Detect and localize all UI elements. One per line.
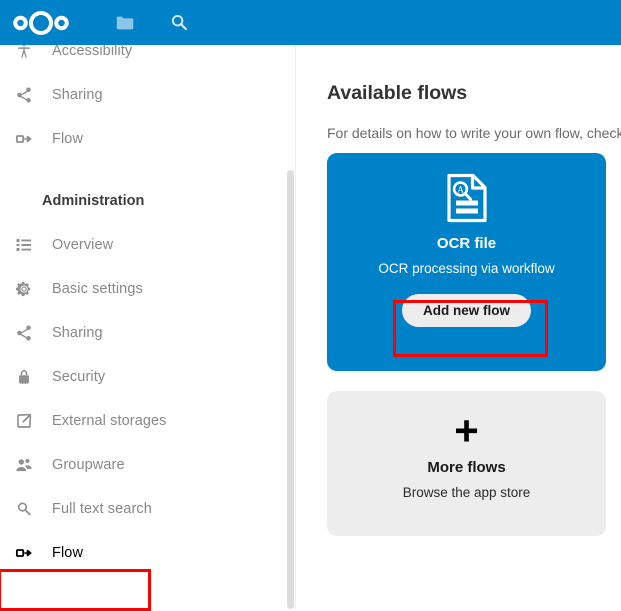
card-title: OCR file: [437, 235, 496, 252]
flow-card-ocr-file[interactable]: A OCR file OCR processing via workflow A…: [327, 153, 606, 371]
people-icon: [10, 451, 38, 479]
search-icon: [168, 12, 190, 34]
sidebar-item-basic-settings[interactable]: Basic settings: [0, 267, 296, 311]
magnifier-icon: [10, 495, 38, 523]
external-link-icon: [10, 407, 38, 435]
files-nav-button[interactable]: [100, 0, 150, 45]
sidebar-item-label: External storages: [52, 413, 167, 429]
page-subtitle: For details on how to write your own flo…: [327, 125, 621, 141]
sidebar-item-sharing-admin[interactable]: Sharing: [0, 311, 296, 355]
sidebar-item-label: Flow: [52, 545, 83, 561]
sidebar-item-accessibility[interactable]: Accessibility: [0, 45, 296, 73]
app-header: [0, 0, 621, 45]
card-description: Browse the app store: [403, 485, 531, 500]
sidebar-item-flow-personal[interactable]: Flow: [0, 117, 296, 161]
sidebar-section-administration: Administration: [0, 179, 296, 223]
accessibility-icon: [10, 45, 38, 65]
search-nav-button[interactable]: [154, 0, 204, 45]
sidebar-item-label: Security: [52, 369, 105, 385]
flow-icon: [10, 539, 38, 567]
sidebar-item-label: Full text search: [52, 501, 152, 517]
card-description: OCR processing via workflow: [378, 261, 554, 276]
flow-icon: [10, 125, 38, 153]
share-icon: [10, 319, 38, 347]
sidebar-item-groupware[interactable]: Groupware: [0, 443, 296, 487]
sidebar-item-full-text-search[interactable]: Full text search: [0, 487, 296, 531]
sidebar-item-overview[interactable]: Overview: [0, 223, 296, 267]
svg-text:A: A: [457, 184, 464, 194]
add-new-flow-button[interactable]: Add new flow: [402, 294, 531, 327]
sidebar-item-security[interactable]: Security: [0, 355, 296, 399]
list-icon: [10, 231, 38, 259]
plus-icon: +: [454, 413, 479, 449]
flow-card-more-flows[interactable]: + More flows Browse the app store: [327, 391, 606, 536]
sidebar-item-label: Sharing: [52, 325, 103, 341]
card-title: More flows: [427, 459, 505, 476]
sidebar-scrollbar-thumb[interactable]: [287, 170, 294, 609]
sidebar-item-sharing-personal[interactable]: Sharing: [0, 73, 296, 117]
lock-icon: [10, 363, 38, 391]
main-content: Available flows For details on how to wr…: [297, 45, 621, 609]
sidebar-item-label: Accessibility: [52, 45, 132, 59]
sidebar-item-label: Flow: [52, 131, 83, 147]
ocr-document-icon: A: [445, 173, 489, 223]
sidebar-scrollbar[interactable]: [287, 45, 294, 609]
nextcloud-logo[interactable]: [12, 9, 70, 37]
gear-icon: [10, 275, 38, 303]
page-title: Available flows: [327, 82, 467, 105]
sidebar-item-label: Overview: [52, 237, 113, 253]
share-icon: [10, 81, 38, 109]
settings-sidebar: Accessibility Sharing Flow Administratio…: [0, 45, 296, 609]
sidebar-item-label: Basic settings: [52, 281, 143, 297]
sidebar-item-label: Groupware: [52, 457, 125, 473]
sidebar-item-label: Sharing: [52, 87, 103, 103]
sidebar-item-external-storages[interactable]: External storages: [0, 399, 296, 443]
folder-icon: [114, 12, 136, 34]
sidebar-item-flow-admin[interactable]: Flow: [0, 531, 296, 575]
